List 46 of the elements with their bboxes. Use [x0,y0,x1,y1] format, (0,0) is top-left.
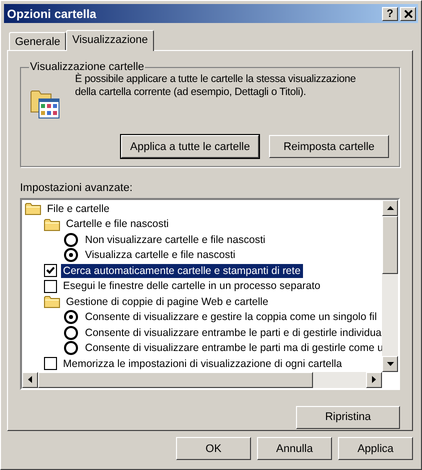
close-button[interactable] [400,6,416,20]
up-arrow-icon [386,206,394,210]
restore-button[interactable]: Ripristina [296,406,400,428]
scrollbar-thumb[interactable] [382,216,398,274]
checkbox[interactable] [44,357,57,370]
radio-button[interactable] [64,326,78,340]
action-button[interactable]: Applica a tutte le cartelle [121,135,259,158]
left-arrow-icon [28,376,32,383]
close-icon [404,10,412,18]
help-button[interactable]: ? [382,6,398,20]
group-title: Visualizzazione cartelle [29,61,146,73]
section-label: Impostazioni avanzate: [20,182,134,194]
setting-label[interactable]: Consente di visualizzare entrambe le parti e di gestirle individua [83,326,382,340]
setting-label[interactable]: Memorizza le impostazioni di visualizzazione di ogni cartella [61,356,344,371]
setting-label[interactable]: Visualizza cartelle e file nascosti [83,248,238,262]
down-arrow-icon [386,362,394,366]
radio-button[interactable] [64,232,78,247]
radio-button[interactable] [64,310,78,324]
setting-label[interactable]: Gestione di coppie di pagine Web e cartelle [64,294,270,309]
setting-label[interactable]: File e cartelle [45,202,112,216]
setting-label[interactable]: Non visualizzare cartelle e file nascosti [83,232,268,247]
radio-button[interactable] [64,341,78,356]
dialog-button[interactable]: OK [176,437,251,460]
setting-label[interactable]: Esegui le finestre delle cartelle in un processo separato [61,279,322,294]
tab[interactable]: Generale [9,32,66,50]
radio-button[interactable] [64,248,78,262]
dialog-button[interactable]: Applica [338,437,413,460]
action-button[interactable]: Reimposta cartelle [269,135,389,158]
scroll-down-button[interactable] [382,356,398,372]
setting-label[interactable]: Cartelle e file nascosti [64,217,171,232]
description-text: È possibile applicare a tutte le cartelle la stessa visualizzazione della cartella corrente (ad esempio, Dettagli o Titoli). [75,73,357,100]
scroll-left-button[interactable] [22,372,38,388]
right-arrow-icon [372,376,376,383]
window-title: Opzioni cartella [7,6,98,20]
setting-label[interactable]: Consente di visualizzare e gestire la coppia come un singolo fil [83,310,379,324]
checkbox[interactable] [44,264,57,278]
folder-icon [25,202,41,216]
tab[interactable]: Visualizzazione [66,30,154,51]
scrollbar-thumb[interactable] [38,372,313,388]
scroll-up-button[interactable] [382,200,398,216]
folder-icon [44,295,60,308]
dialog-button[interactable]: Annulla [257,437,332,460]
scroll-right-button[interactable] [366,372,382,388]
folder-icon [44,218,60,231]
setting-label[interactable]: Cerca automaticamente cartelle e stampanti di rete [61,264,303,278]
checkbox[interactable] [44,280,57,293]
